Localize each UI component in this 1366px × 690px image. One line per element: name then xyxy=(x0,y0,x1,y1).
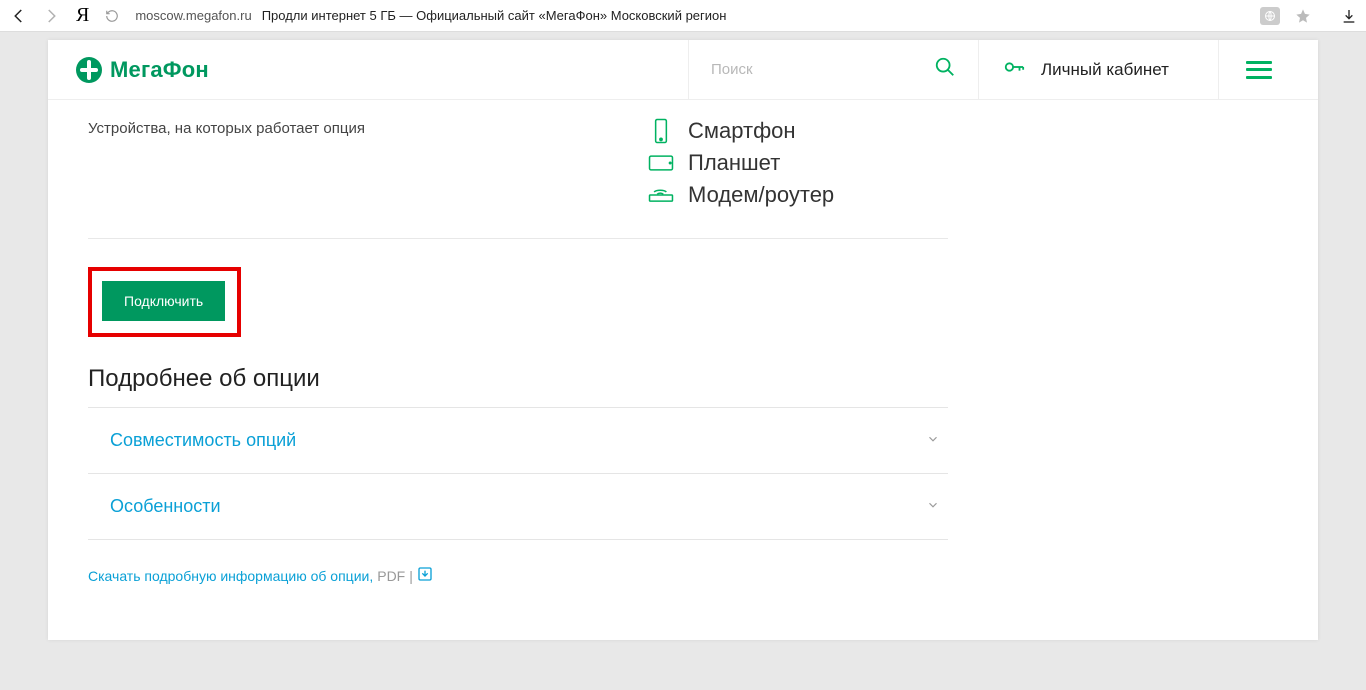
connect-button[interactable]: Подключить xyxy=(102,281,225,321)
key-icon xyxy=(1003,56,1025,83)
yandex-logo[interactable]: Я xyxy=(76,4,89,27)
smartphone-icon xyxy=(648,118,674,144)
search-box xyxy=(688,40,978,99)
accordion-item[interactable]: Особенности xyxy=(88,474,948,540)
megafon-mark-icon xyxy=(76,57,102,83)
download-format: PDF xyxy=(377,568,405,584)
router-icon xyxy=(648,185,674,205)
device-name: Модем/роутер xyxy=(688,182,834,208)
download-link[interactable]: Скачать подробную информацию об опции, P… xyxy=(88,566,948,585)
devices-section: Устройства, на которых работает опция См… xyxy=(88,118,948,208)
url-title: Продли интернет 5 ГБ — Официальный сайт … xyxy=(262,8,727,23)
accordion-label: Особенности xyxy=(110,496,221,517)
downloads-icon[interactable] xyxy=(1340,7,1358,25)
browser-right-icons xyxy=(1260,7,1358,25)
device-item: Планшет xyxy=(648,150,834,176)
brand-name: МегаФон xyxy=(110,57,209,83)
browser-toolbar: Я moscow.megafon.ru Продли интернет 5 ГБ… xyxy=(0,0,1366,32)
page-container: МегаФон Личный кабинет Устройства, на ко… xyxy=(48,40,1318,640)
shield-icon[interactable] xyxy=(1260,7,1280,25)
download-sep: | xyxy=(409,568,413,584)
url-domain: moscow.megafon.ru xyxy=(135,8,251,23)
tablet-icon xyxy=(648,153,674,173)
device-name: Смартфон xyxy=(688,118,796,144)
site-header: МегаФон Личный кабинет xyxy=(48,40,1318,100)
devices-label: Устройства, на которых работает опция xyxy=(88,118,648,137)
brand-logo[interactable]: МегаФон xyxy=(48,40,688,99)
chevron-down-icon xyxy=(926,498,940,515)
divider xyxy=(88,238,948,239)
hamburger-icon xyxy=(1246,61,1272,79)
download-icon xyxy=(417,566,433,585)
device-item: Смартфон xyxy=(648,118,834,144)
search-input[interactable] xyxy=(711,61,911,78)
bookmark-star-icon[interactable] xyxy=(1294,7,1312,25)
search-icon[interactable] xyxy=(934,56,956,83)
reload-icon[interactable] xyxy=(103,7,121,25)
details-heading: Подробнее об опции xyxy=(88,365,948,393)
connect-highlight: Подключить xyxy=(88,267,241,337)
forward-button[interactable] xyxy=(40,5,62,27)
back-button[interactable] xyxy=(8,5,30,27)
accordion-item[interactable]: Совместимость опций xyxy=(88,408,948,474)
chevron-down-icon xyxy=(926,432,940,449)
accordion: Совместимость опций Особенности xyxy=(88,407,948,540)
account-label: Личный кабинет xyxy=(1041,60,1169,80)
devices-list: Смартфон Планшет Модем/роутер xyxy=(648,118,834,208)
accordion-label: Совместимость опций xyxy=(110,430,296,451)
download-text: Скачать подробную информацию об опции, xyxy=(88,568,373,584)
device-name: Планшет xyxy=(688,150,780,176)
account-link[interactable]: Личный кабинет xyxy=(978,40,1218,99)
address-bar[interactable]: moscow.megafon.ru Продли интернет 5 ГБ —… xyxy=(131,8,1250,23)
main-content: Устройства, на которых работает опция См… xyxy=(48,100,988,625)
menu-button[interactable] xyxy=(1218,40,1298,99)
device-item: Модем/роутер xyxy=(648,182,834,208)
